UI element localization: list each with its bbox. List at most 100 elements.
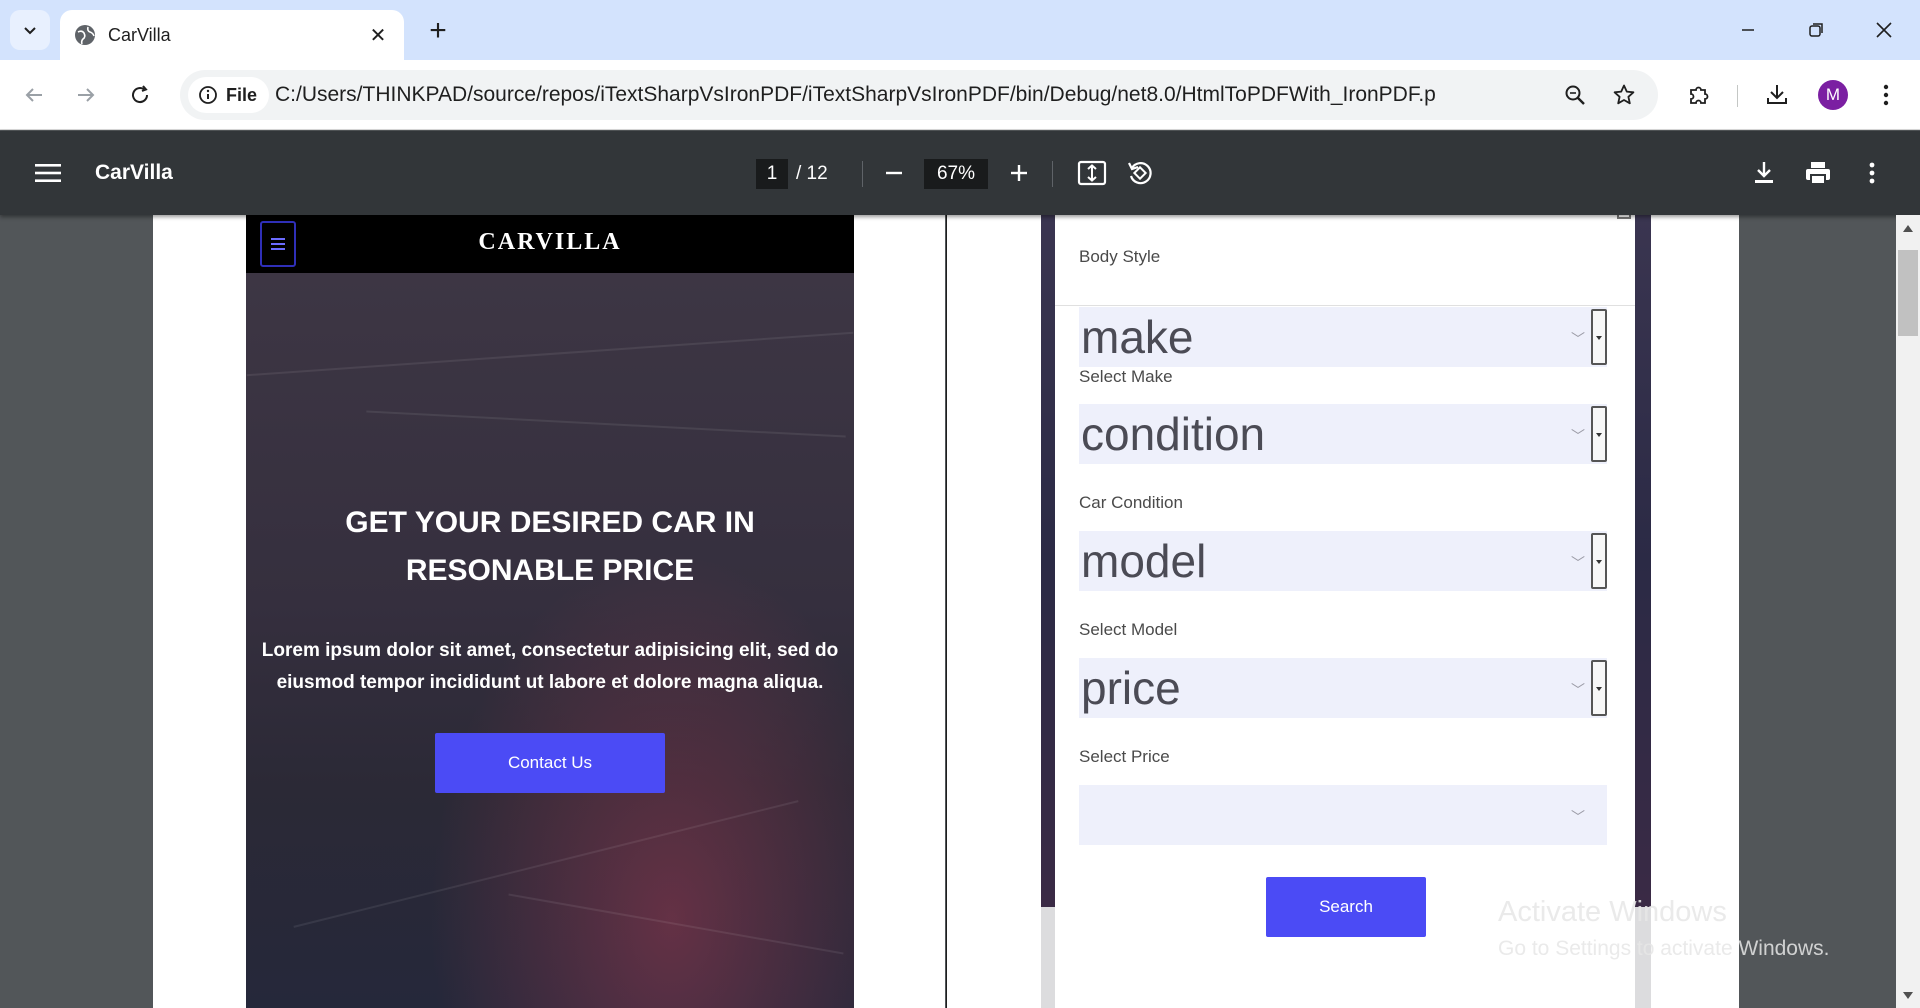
file-chip-label: File (226, 84, 258, 105)
hero-section: GET YOUR DESIRED CAR IN RESONABLE PRICE … (246, 273, 854, 1008)
printer-icon (1806, 162, 1830, 185)
chevron-down-icon: ﹀ (1571, 682, 1585, 698)
close-window-button[interactable] (1850, 0, 1918, 60)
address-bar[interactable]: File C:/Users/THINKPAD/source/repos/iTex… (180, 70, 1658, 120)
chevron-down-icon: ﹀ (1571, 555, 1585, 571)
condition-select-value: condition (1081, 408, 1266, 460)
browser-tab[interactable]: CarVilla ✕ (60, 10, 404, 60)
scroll-up-button[interactable] (1896, 218, 1920, 238)
kebab-icon (1869, 162, 1875, 184)
back-button[interactable] (14, 75, 54, 115)
magnifier-icon (1565, 85, 1585, 105)
contact-us-button[interactable]: Contact Us (435, 733, 665, 793)
pdf-divider (862, 161, 863, 187)
close-icon (1876, 22, 1892, 38)
triangle-up-icon (1903, 225, 1913, 232)
arrow-right-icon (78, 88, 95, 102)
car-search-form: Body Style make ﹀ Select Make condition … (1055, 215, 1635, 1008)
close-icon[interactable]: ✕ (366, 23, 390, 48)
zoom-in-button[interactable] (1001, 155, 1037, 191)
pdf-toolbar: CarVilla 1 / 12 67% (0, 131, 1920, 215)
page-divider (946, 215, 947, 1008)
zoom-indicator-button[interactable] (1555, 75, 1595, 115)
hero-texture (366, 410, 846, 438)
avatar[interactable]: M (1818, 80, 1848, 110)
rotate-button[interactable] (1122, 155, 1158, 191)
scroll-down-button[interactable] (1896, 986, 1920, 1006)
make-select[interactable]: make ﹀ (1079, 307, 1607, 367)
hero-texture (293, 800, 799, 928)
condition-select[interactable]: condition ﹀ (1079, 404, 1607, 464)
reload-button[interactable] (120, 75, 160, 115)
triangle-down-icon (1903, 992, 1913, 999)
globe-icon (75, 25, 95, 45)
body-style-label: Body Style (1079, 247, 1161, 266)
zoom-level-input[interactable]: 67% (924, 159, 988, 189)
scrollbar-thumb[interactable] (1898, 250, 1918, 336)
pdf-download-button[interactable] (1746, 155, 1782, 191)
restore-button[interactable] (1782, 0, 1850, 60)
reload-icon (132, 85, 149, 104)
fit-to-page-button[interactable] (1074, 155, 1110, 191)
hero-texture (508, 893, 844, 955)
site-info-chip[interactable]: File (188, 77, 270, 113)
bookmark-button[interactable] (1604, 75, 1644, 115)
hero-text: Lorem ipsum dolor sit amet, consectetur … (261, 640, 839, 693)
price-select[interactable]: price ﹀ (1079, 658, 1607, 718)
pdf-page-1: CARVILLA GET YOUR DESIRED CAR IN RESONAB… (153, 215, 947, 1008)
url-text[interactable]: C:/Users/THINKPAD/source/repos/iTextShar… (275, 70, 1435, 120)
pdf-page-2: Body Style make ﹀ Select Make condition … (947, 215, 1739, 1008)
chevron-down-icon: ﹀ (1571, 428, 1585, 444)
tab-search-button[interactable] (10, 10, 50, 50)
pdf-more-button[interactable] (1854, 155, 1890, 191)
extensions-button[interactable] (1679, 75, 1719, 115)
plus-icon: + (429, 14, 447, 47)
select-arrow-icon (1591, 406, 1607, 462)
download-icon (1755, 162, 1773, 183)
restore-icon (1809, 23, 1823, 37)
toolbar-divider (1737, 85, 1738, 107)
make-label: Select Make (1079, 367, 1173, 386)
price-select-value: price (1081, 662, 1181, 714)
zoom-out-button[interactable] (876, 155, 912, 191)
select-arrow-icon (1591, 309, 1607, 365)
download-icon (1767, 85, 1787, 104)
hero-heading: GET YOUR DESIRED CAR IN RESONABLE PRICE (345, 506, 755, 587)
chevron-down-icon: ﹀ (1571, 809, 1585, 825)
form-divider (1055, 305, 1635, 306)
browser-menu-button[interactable] (1866, 75, 1906, 115)
minimize-button[interactable] (1714, 0, 1782, 60)
model-select-value: model (1081, 535, 1207, 587)
model-label: Select Model (1079, 620, 1178, 639)
downloads-button[interactable] (1757, 75, 1797, 115)
model-select[interactable]: model ﹀ (1079, 531, 1607, 591)
condition-label: Car Condition (1079, 493, 1183, 512)
hero-texture (246, 331, 854, 377)
pdf-sidebar-toggle[interactable] (30, 155, 66, 191)
make-select-value: make (1081, 311, 1194, 363)
select-arrow-icon (1591, 533, 1607, 589)
empty-select[interactable]: ﹀ (1079, 785, 1607, 845)
select-arrow-fragment (1617, 215, 1631, 219)
page-number-input[interactable]: 1 (756, 159, 788, 189)
site-brand[interactable]: CARVILLA (246, 215, 854, 269)
pdf-print-button[interactable] (1800, 155, 1836, 191)
plus-icon (1011, 165, 1027, 181)
hamburger-icon (35, 164, 61, 182)
chevron-down-icon (24, 27, 36, 35)
browser-toolbar: File C:/Users/THINKPAD/source/repos/iTex… (0, 60, 1920, 130)
pdf-viewer[interactable]: CARVILLA GET YOUR DESIRED CAR IN RESONAB… (0, 215, 1920, 1008)
minimize-icon (1742, 29, 1754, 31)
forward-button[interactable] (66, 75, 106, 115)
tab-title: CarVilla (108, 24, 171, 45)
arrow-left-icon (25, 88, 42, 102)
search-button[interactable]: Search (1266, 877, 1426, 937)
minus-icon (886, 171, 902, 175)
rotate-icon (1128, 162, 1152, 185)
watermark-line-2: Go to Settings to activate Windows. (1498, 937, 1830, 960)
new-tab-button[interactable]: + (420, 14, 456, 50)
puzzle-icon (1690, 86, 1709, 104)
site-navbar: CARVILLA (246, 215, 854, 273)
tab-strip: CarVilla ✕ + (0, 0, 1920, 60)
kebab-icon (1883, 84, 1889, 106)
